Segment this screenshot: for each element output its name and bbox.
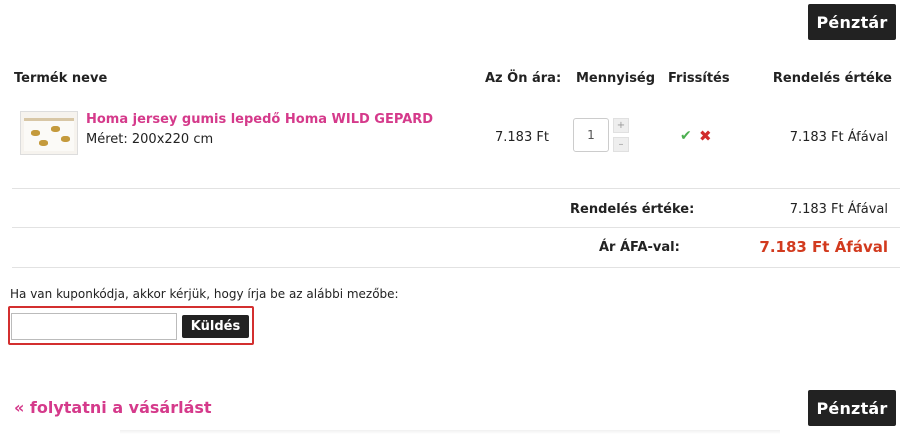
footer-shadow xyxy=(120,430,780,434)
row-total: 7.183 Ft Áfával xyxy=(789,130,888,145)
header-refresh: Frissítés xyxy=(668,71,730,86)
header-your-price: Az Ön ára: xyxy=(485,71,562,86)
unit-price: 7.183 Ft xyxy=(495,130,549,145)
checkout-button-top[interactable]: Pénztár xyxy=(808,4,896,40)
thumbnail-spot xyxy=(39,140,48,146)
quantity-increment-button[interactable]: + xyxy=(613,118,629,133)
thumbnail-spot xyxy=(51,126,60,132)
divider xyxy=(12,227,900,228)
product-name-link[interactable]: Homa jersey gumis lepedő Homa WILD GEPAR… xyxy=(86,112,433,127)
quantity-decrement-button[interactable]: – xyxy=(613,137,629,152)
continue-shopping-link[interactable]: « folytatni a vásárlást xyxy=(14,398,212,417)
coupon-submit-button[interactable]: Küldés xyxy=(182,315,249,338)
divider xyxy=(12,267,900,268)
product-size: Méret: 200x220 cm xyxy=(86,132,214,147)
subtotal-label: Rendelés értéke: xyxy=(570,202,695,217)
grand-total-value: 7.183 Ft Áfával xyxy=(759,238,888,256)
remove-icon[interactable]: ✖ xyxy=(699,127,712,145)
subtotal-value: 7.183 Ft Áfával xyxy=(789,202,888,217)
check-icon[interactable]: ✔ xyxy=(680,128,692,144)
product-thumbnail[interactable] xyxy=(20,111,78,155)
header-product-name: Termék neve xyxy=(14,71,108,86)
thumbnail-spot xyxy=(61,136,70,142)
checkout-button-bottom[interactable]: Pénztár xyxy=(808,390,896,426)
header-order-value: Rendelés értéke xyxy=(772,71,892,86)
coupon-code-input[interactable] xyxy=(11,313,177,340)
grand-total-label: Ár ÁFA-val: xyxy=(599,240,680,255)
divider xyxy=(12,188,900,189)
thumbnail-spot xyxy=(31,130,40,136)
coupon-prompt: Ha van kuponkódja, akkor kérjük, hogy ír… xyxy=(10,287,399,301)
quantity-input[interactable] xyxy=(573,118,609,152)
header-quantity: Mennyiség xyxy=(576,71,656,86)
